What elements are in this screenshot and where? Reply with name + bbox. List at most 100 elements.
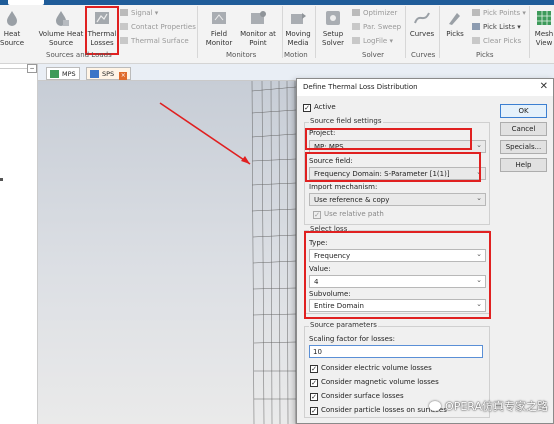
surface-losses-label: Consider surface losses — [321, 392, 404, 400]
heat-source-label: Heat Source — [0, 30, 25, 47]
scaling-factor-input[interactable]: 10 — [309, 345, 483, 358]
source-field-highlight — [305, 152, 481, 182]
moving-media-label: Moving Media — [285, 30, 311, 47]
particle-losses-box[interactable]: ✓ — [310, 407, 318, 415]
help-button[interactable]: Help — [500, 158, 547, 172]
pick-points-label: Pick Points — [483, 9, 521, 17]
define-thermal-loss-dialog: Define Thermal Loss Distribution ✕ ✓ Acti… — [296, 78, 554, 424]
electric-volume-losses-checkbox[interactable]: ✓ Consider electric volume losses — [310, 364, 432, 373]
magnetic-volume-losses-box[interactable]: ✓ — [310, 379, 318, 387]
collapse-icon[interactable]: − — [27, 64, 37, 73]
annotation-arrowhead — [241, 156, 250, 164]
ribbon-separator — [282, 6, 283, 58]
picks-button[interactable]: Picks — [442, 8, 468, 39]
moving-media-icon — [288, 8, 308, 28]
curves-label: Curves — [409, 30, 435, 38]
electric-volume-losses-box[interactable]: ✓ — [310, 365, 318, 373]
heat-source-button[interactable]: Heat Source — [0, 8, 24, 48]
group-picks: Picks — [476, 51, 494, 59]
pick-lists-item[interactable]: Pick Lists ▾ — [472, 23, 521, 31]
navigation-tree-pane[interactable]: − — [0, 64, 38, 424]
cancel-button[interactable]: Cancel — [500, 122, 547, 136]
use-relative-path-label: Use relative path — [324, 210, 384, 218]
thermal-surface-item[interactable]: Thermal Surface — [120, 37, 189, 45]
tab-sps[interactable]: SPS × — [86, 67, 132, 80]
monitor-at-point-button[interactable]: Monitor at Point — [238, 8, 278, 48]
import-mechanism-value: Use reference & copy — [314, 196, 390, 204]
import-mechanism-label: Import mechanism: — [309, 183, 378, 191]
select-loss-highlight — [304, 231, 491, 319]
optimizer-icon — [352, 9, 360, 16]
dialog-title: Define Thermal Loss Distribution — [303, 83, 418, 91]
logfile-item[interactable]: LogFile ▾ — [352, 37, 393, 45]
field-monitor-button[interactable]: Field Monitor — [204, 8, 234, 48]
active-label: Active — [314, 103, 336, 111]
particle-losses-checkbox[interactable]: ✓ Consider particle losses on surfaces — [310, 406, 447, 415]
thermal-surface-icon — [120, 37, 128, 44]
tree-marker — [0, 178, 3, 181]
moving-media-button[interactable]: Moving Media — [284, 8, 312, 48]
pick-points-item[interactable]: Pick Points ▾ — [472, 9, 526, 17]
surface-losses-checkbox[interactable]: ✓ Consider surface losses — [310, 392, 404, 401]
curves-button[interactable]: Curves — [408, 8, 436, 39]
field-monitor-label: Field Monitor — [205, 30, 233, 47]
use-relative-path-box[interactable]: ✓ — [313, 211, 321, 219]
group-motion: Motion — [284, 51, 308, 59]
active-checkbox-box[interactable]: ✓ — [303, 104, 311, 112]
magnetic-volume-losses-checkbox[interactable]: ✓ Consider magnetic volume losses — [310, 378, 439, 387]
field-monitor-icon — [209, 8, 229, 28]
logfile-label: LogFile — [363, 37, 388, 45]
par-sweep-icon — [352, 23, 360, 30]
picks-icon — [445, 8, 465, 28]
thermal-losses-highlight — [85, 6, 119, 55]
import-mechanism-select[interactable]: Use reference & copy ⌄ — [309, 193, 486, 206]
ribbon-tab-active[interactable] — [8, 0, 44, 5]
ribbon-separator — [315, 6, 316, 58]
pick-lists-icon — [472, 23, 480, 30]
close-tab-icon[interactable]: × — [119, 72, 128, 80]
ribbon-tab-strip — [0, 0, 554, 5]
par-sweep-label: Par. Sweep — [363, 23, 402, 31]
par-sweep-item[interactable]: Par. Sweep — [352, 23, 401, 31]
tab-mps-label: MPS — [62, 70, 76, 78]
thermal-surface-label: Thermal Surface — [131, 37, 189, 45]
curves-icon — [412, 8, 432, 28]
ribbon-separator — [529, 6, 530, 58]
particle-losses-label: Consider particle losses on surfaces — [321, 406, 447, 414]
mesh-view-icon — [534, 8, 554, 28]
volume-heat-source-button[interactable]: Volume Heat Source — [38, 8, 84, 48]
source-parameters-legend: Source parameters — [309, 321, 378, 329]
pick-points-icon — [472, 9, 480, 16]
use-relative-path-checkbox[interactable]: ✓ Use relative path — [313, 210, 384, 219]
tab-mps[interactable]: MPS — [46, 67, 80, 80]
signal-item[interactable]: Signal ▾ — [120, 9, 158, 17]
contact-properties-item[interactable]: Contact Properties — [120, 23, 196, 31]
scaling-factor-label: Scaling factor for losses: — [309, 335, 395, 343]
tab-sps-label: SPS — [102, 70, 115, 78]
group-solver: Solver — [362, 51, 384, 59]
magnetic-volume-losses-label: Consider magnetic volume losses — [321, 378, 439, 386]
close-icon[interactable]: ✕ — [540, 81, 548, 92]
monitor-at-point-label: Monitor at Point — [240, 30, 276, 47]
logfile-icon — [352, 37, 360, 44]
setup-solver-icon — [323, 8, 343, 28]
signal-label: Signal — [131, 9, 153, 17]
volume-heat-source-icon — [51, 8, 71, 28]
ok-button[interactable]: OK — [500, 104, 547, 118]
optimizer-label: Optimizer — [363, 9, 398, 17]
source-field-settings-legend: Source field settings — [309, 117, 383, 125]
mesh-view-label: Mesh View — [534, 30, 554, 47]
setup-solver-button[interactable]: Setup Solver — [318, 8, 348, 48]
specials-button[interactable]: Specials... — [500, 140, 547, 154]
active-checkbox[interactable]: ✓ Active — [303, 103, 336, 112]
picks-label: Picks — [446, 30, 464, 38]
optimizer-item[interactable]: Optimizer — [352, 9, 397, 17]
group-monitors: Monitors — [226, 51, 257, 59]
ribbon-separator — [197, 6, 198, 58]
monitor-at-point-icon — [248, 8, 268, 28]
pick-lists-label: Pick Lists — [483, 23, 516, 31]
setup-solver-label: Setup Solver — [322, 30, 344, 47]
mesh-view-button[interactable]: Mesh View — [532, 8, 554, 48]
surface-losses-box[interactable]: ✓ — [310, 393, 318, 401]
clear-picks-item[interactable]: Clear Picks — [472, 37, 521, 45]
